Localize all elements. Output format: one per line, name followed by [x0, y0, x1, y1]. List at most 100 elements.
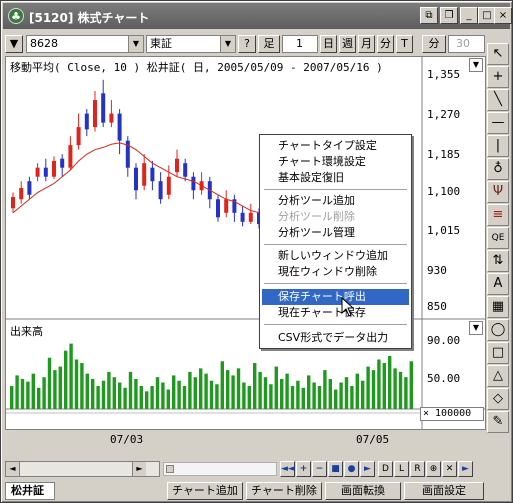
exchange-value: 東証 [150, 37, 172, 50]
volume-scale-icon[interactable]: ▼ [469, 321, 483, 335]
price-scale-icon[interactable]: ▼ [469, 58, 483, 72]
nav-first-icon[interactable]: ◄◄ [280, 461, 295, 477]
candle-body [183, 163, 188, 177]
period-day-button[interactable]: 日 [320, 35, 337, 53]
nav-last-icon[interactable]: ► [458, 461, 473, 477]
nav-play-icon[interactable]: ► [360, 461, 375, 477]
switch-screen-button[interactable]: 画面転換 [325, 482, 401, 500]
period-minute-button[interactable]: 分 [377, 35, 394, 53]
volume-bar [69, 343, 73, 409]
fan-icon[interactable]: ≡ [487, 204, 509, 226]
delete-chart-button[interactable]: チャート削除 [246, 482, 322, 500]
vertical-line-icon[interactable]: | [487, 135, 509, 157]
volume-bar [188, 371, 192, 409]
scroll-right-icon[interactable]: ► [132, 462, 146, 476]
menu-item-delete-tool[interactable]: 分析ツール削除 [262, 209, 409, 225]
volume-bar [312, 382, 316, 409]
menu-item-chart-type[interactable]: チャートタイプ設定 [262, 138, 409, 154]
ellipse-icon[interactable]: ◯ [487, 319, 509, 341]
minute-spinner[interactable]: 30 [448, 35, 485, 53]
dropdown-toggle-icon[interactable]: ▼ [5, 35, 23, 53]
period-week-button[interactable]: 週 [339, 35, 356, 53]
volume-bar [123, 387, 127, 409]
text-box-icon[interactable]: QE [487, 227, 509, 249]
menu-separator [264, 283, 407, 284]
candle-body [43, 167, 48, 177]
pencil-icon[interactable]: ✎ [487, 411, 509, 433]
text-icon[interactable]: A [487, 273, 509, 295]
volume-bar [26, 381, 30, 409]
horizontal-line-icon[interactable]: — [487, 112, 509, 134]
volume-bar [53, 370, 57, 409]
price-chart-svg [6, 57, 485, 429]
app-logo-icon: ♣ [8, 8, 24, 24]
close-button[interactable]: × [494, 7, 512, 24]
nav-stop-icon[interactable]: ■ [328, 461, 343, 477]
horizontal-scrollbar[interactable]: ◄ ► [5, 461, 160, 477]
minimize-button[interactable]: _ [460, 7, 478, 24]
nav-r-button[interactable]: R [410, 461, 425, 477]
volume-bar [150, 386, 154, 409]
foot-spinner[interactable]: 1 [282, 35, 318, 53]
close-chart-icon[interactable]: ✕ [442, 461, 457, 477]
zoom-slider-thumb[interactable] [166, 465, 174, 473]
add-chart-button[interactable]: チャート追加 [167, 482, 243, 500]
minute-label[interactable]: 分 [422, 35, 446, 53]
arrow-tool-icon[interactable]: ⇅ [487, 250, 509, 272]
volume-bar [85, 373, 89, 409]
volume-bar [350, 386, 354, 409]
grid-icon[interactable]: ▦ [487, 296, 509, 318]
volume-bar [64, 350, 68, 409]
candle-body [76, 127, 81, 146]
copy-icon[interactable]: ❐ [440, 7, 458, 24]
nav-plus-icon[interactable]: + [296, 461, 311, 477]
volume-bar [96, 386, 100, 409]
scroll-left-icon[interactable]: ◄ [6, 462, 20, 476]
restore-icon[interactable]: ⧉ [420, 7, 438, 24]
period-tick-button[interactable]: T [396, 35, 413, 53]
menu-item-add-tool[interactable]: 分析ツール追加 [262, 193, 409, 209]
chevron-down-icon[interactable]: ▼ [220, 36, 235, 52]
chevron-down-icon[interactable]: ▼ [128, 36, 143, 52]
menu-item-export-csv[interactable]: CSV形式でデータ出力 [262, 330, 409, 346]
nav-l-button[interactable]: L [394, 461, 409, 477]
nav-point-icon[interactable]: ● [344, 461, 359, 477]
rectangle-icon[interactable]: □ [487, 342, 509, 364]
volume-bar [204, 373, 208, 409]
menu-item-delete-window[interactable]: 現在ウィンドウ削除 [262, 264, 409, 280]
cursor-arrow-icon[interactable]: ↖ [487, 43, 509, 65]
chart-panel[interactable]: 移動平均( Close, 10 ) 松井証( 日, 2005/05/09 - 2… [5, 56, 486, 446]
menu-separator [264, 244, 407, 245]
menu-item-load-chart[interactable]: 保存チャート呼出 [262, 289, 409, 305]
volume-bar [258, 371, 262, 409]
trendline-icon[interactable]: ╲ [487, 89, 509, 111]
screen-settings-button[interactable]: 画面設定 [404, 482, 484, 500]
menu-item-reset[interactable]: 基本設定復旧 [262, 170, 409, 186]
menu-item-save-chart[interactable]: 現在チャート保存 [262, 305, 409, 321]
pitchfork-icon[interactable]: Ψ [487, 181, 509, 203]
exchange-combo[interactable]: 東証 ▼ [146, 35, 236, 53]
zoom-icon[interactable]: ⊕ [426, 461, 441, 477]
crosshair-icon[interactable]: + [487, 66, 509, 88]
eraser-icon[interactable]: ◇ [487, 388, 509, 410]
help-button[interactable]: ? [238, 35, 256, 53]
volume-bar [242, 382, 246, 409]
volume-bar [344, 377, 349, 409]
volume-multiplier: × 100000 [420, 407, 484, 421]
zoom-slider[interactable] [163, 462, 277, 476]
volume-bar [20, 378, 25, 409]
context-menu: チャートタイプ設定 チャート環境設定 基本設定復旧 分析ツール追加 分析ツール削… [259, 134, 412, 349]
nav-d-button[interactable]: D [378, 461, 393, 477]
triangle-icon[interactable]: △ [487, 365, 509, 387]
title-bar[interactable]: ♣ [5120] 株式チャート ⧉ ❐ _ □ × [3, 3, 512, 29]
foot-label[interactable]: 足 [258, 35, 280, 53]
menu-item-new-window[interactable]: 新しいウィンドウ追加 [262, 248, 409, 264]
nav-minus-icon[interactable]: − [312, 461, 327, 477]
code-combo[interactable]: 8628 ▼ [26, 35, 144, 53]
volume-bar [10, 386, 14, 409]
bell-icon[interactable]: ♁ [487, 158, 509, 180]
menu-item-manage-tool[interactable]: 分析ツール管理 [262, 225, 409, 241]
volume-bar [226, 370, 230, 409]
period-month-button[interactable]: 月 [358, 35, 375, 53]
menu-item-chart-env[interactable]: チャート環境設定 [262, 154, 409, 170]
